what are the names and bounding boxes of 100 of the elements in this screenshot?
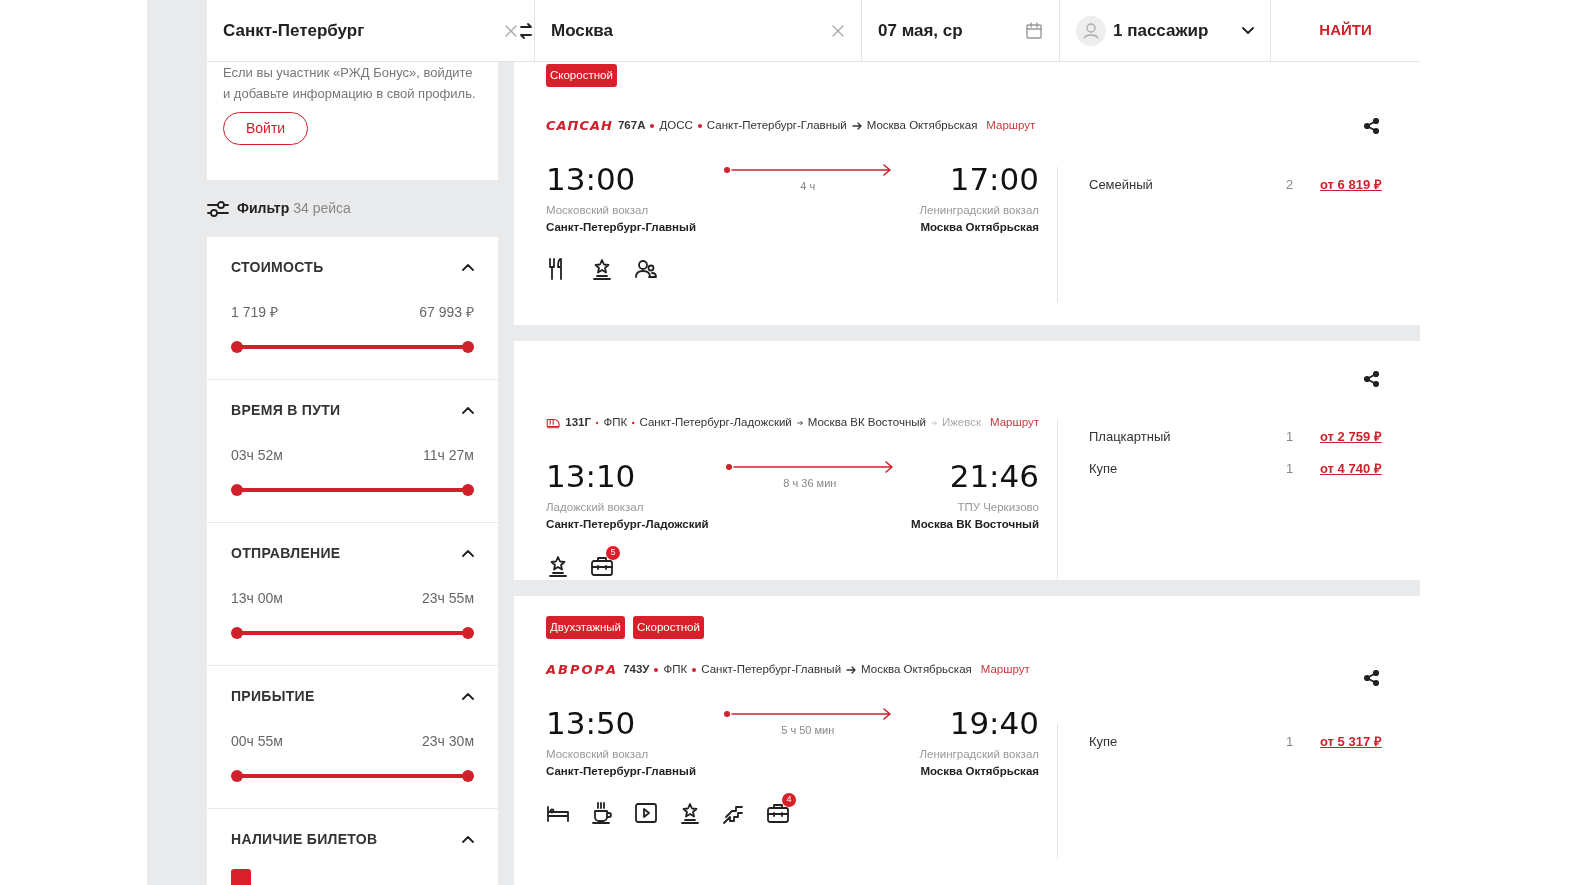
logo: САПСАН — [546, 117, 613, 136]
star-podium-icon — [678, 800, 702, 825]
price-link[interactable]: от 2 759 ₽ — [1320, 427, 1382, 447]
section-title: ВРЕМЯ В ПУТИ — [231, 402, 341, 419]
carrier-name: ДОСС — [659, 118, 693, 134]
carrier-name: ФПК — [663, 662, 688, 678]
swap-icon[interactable] — [518, 20, 534, 41]
arrow-icon — [930, 419, 937, 427]
route-from: Санкт-Петербург-Главный — [706, 118, 847, 134]
route-link[interactable]: Маршрут — [986, 117, 1036, 135]
max-value: 23ч 30м — [422, 731, 474, 751]
slider-handle[interactable] — [231, 483, 243, 496]
min-value: 00ч 55м — [231, 731, 283, 751]
bullet-icon — [596, 421, 599, 425]
slider-handle[interactable] — [462, 483, 474, 496]
bullet-icon — [632, 421, 635, 425]
station-note: Московский вокзал — [546, 203, 650, 218]
star-podium-icon — [590, 256, 614, 281]
seat-count: 2 — [1286, 176, 1295, 194]
max-value: 67 993 ₽ — [419, 302, 474, 322]
final-destination: Ижевск — [941, 415, 981, 431]
journey-arrow-icon — [724, 461, 895, 473]
slider-handle[interactable] — [231, 340, 243, 353]
calendar-icon — [1025, 21, 1043, 40]
chevron-up-icon[interactable] — [462, 549, 474, 557]
arrow-icon — [796, 419, 803, 427]
filter-label[interactable]: Фильтр — [237, 198, 290, 219]
station-note: ТПУ Черкизово — [956, 500, 1039, 515]
seat-count: 1 — [1286, 459, 1295, 478]
slider-handle[interactable] — [462, 340, 474, 353]
slider-handle[interactable] — [231, 626, 243, 639]
chevron-up-icon[interactable] — [462, 692, 474, 700]
arrow-icon — [851, 122, 862, 130]
date-field[interactable]: 07 мая, ср — [878, 17, 1025, 44]
play-icon — [634, 800, 658, 825]
route-link[interactable]: Маршрут — [990, 414, 1040, 432]
chevron-up-icon[interactable] — [462, 406, 474, 414]
chevron-up-icon[interactable] — [462, 263, 474, 271]
section-title: ПРИБЫТИЕ — [231, 688, 315, 705]
price-link[interactable]: от 6 819 ₽ — [1320, 175, 1382, 195]
range-slider[interactable] — [231, 769, 474, 782]
car-class: Купе — [1089, 733, 1119, 751]
station-note: Ладожский вокзал — [546, 500, 645, 515]
departure-station: Санкт-Петербург-Главный — [546, 220, 696, 236]
filter-icon[interactable] — [207, 199, 229, 218]
chevron-up-icon[interactable] — [462, 835, 474, 843]
station-note: Ленинградский вокзал — [919, 747, 1039, 762]
to-field[interactable]: Москва — [551, 17, 831, 44]
chevron-down-icon — [1242, 26, 1254, 35]
route-link[interactable]: Маршрут — [980, 661, 1030, 679]
route-to: Москва Октябрьская — [866, 118, 978, 134]
duration: 5 ч 50 мин — [781, 723, 835, 738]
slider-handle[interactable] — [462, 626, 474, 639]
min-value: 1 719 ₽ — [231, 302, 278, 322]
arrival-station: Москва Октябрьская — [919, 764, 1039, 780]
section-title: СТОИМОСТЬ — [231, 259, 324, 276]
bonus-text: Если вы участник «РЖД Бонус», войдите и добавьте информацию в свой профиль. — [223, 64, 477, 103]
car-class: Плацкартный — [1089, 428, 1172, 446]
share-icon[interactable] — [1364, 371, 1380, 387]
login-button[interactable]: Войти — [223, 112, 309, 145]
price-link[interactable]: от 5 317 ₽ — [1320, 732, 1382, 752]
range-slider[interactable] — [231, 626, 474, 639]
arrival-time: 17:00 — [948, 164, 1039, 195]
bullet-icon — [692, 668, 697, 672]
max-value: 11ч 27м — [423, 445, 474, 465]
price-link[interactable]: от 4 740 ₽ — [1320, 458, 1382, 478]
slider-handle[interactable] — [231, 769, 243, 782]
arrival-time: 21:46 — [948, 461, 1039, 492]
from-field[interactable]: Санкт-Петербург — [223, 17, 504, 44]
tag: Двухэтажный — [546, 616, 626, 640]
logo: АВРОРА — [546, 661, 619, 680]
tag: Скоростной — [633, 616, 704, 640]
arrival-station: Москва Октябрьская — [919, 220, 1039, 236]
section-title: НАЛИЧИЕ БИЛЕТОВ — [231, 831, 378, 848]
arrival-station: Москва ВК Восточный — [911, 517, 1039, 533]
passengers-dropdown[interactable]: 1 пассажир — [1113, 17, 1235, 44]
max-value: 23ч 55м — [422, 588, 474, 608]
arrow-icon — [846, 666, 857, 674]
station-note: Московский вокзал — [546, 747, 650, 762]
route-to: Москва Октябрьская — [861, 662, 972, 678]
checkbox[interactable] — [231, 868, 251, 885]
avatar-icon — [1076, 15, 1106, 46]
share-icon[interactable] — [1364, 118, 1380, 134]
route-from: Санкт-Петербург-Ладожский — [639, 415, 792, 431]
departure-station: Санкт-Петербург-Главный — [546, 764, 696, 780]
share-icon[interactable] — [1364, 670, 1380, 686]
range-slider[interactable] — [231, 340, 474, 353]
departure-station: Санкт-Петербург-Ладожский — [546, 517, 709, 533]
duration: 4 ч — [800, 179, 816, 194]
departure-time: 13:50 — [546, 708, 637, 739]
section-title: ОТПРАВЛЕНИЕ — [231, 545, 341, 562]
journey-arrow-icon — [722, 164, 893, 176]
star-podium-icon — [546, 553, 570, 578]
train-number: 767А — [617, 118, 646, 134]
departure-time: 13:10 — [546, 461, 637, 492]
range-slider[interactable] — [231, 483, 474, 496]
car-class: Купе — [1089, 459, 1119, 478]
min-value: 13ч 00м — [231, 588, 283, 608]
slider-handle[interactable] — [462, 769, 474, 782]
bullet-icon — [650, 124, 655, 128]
